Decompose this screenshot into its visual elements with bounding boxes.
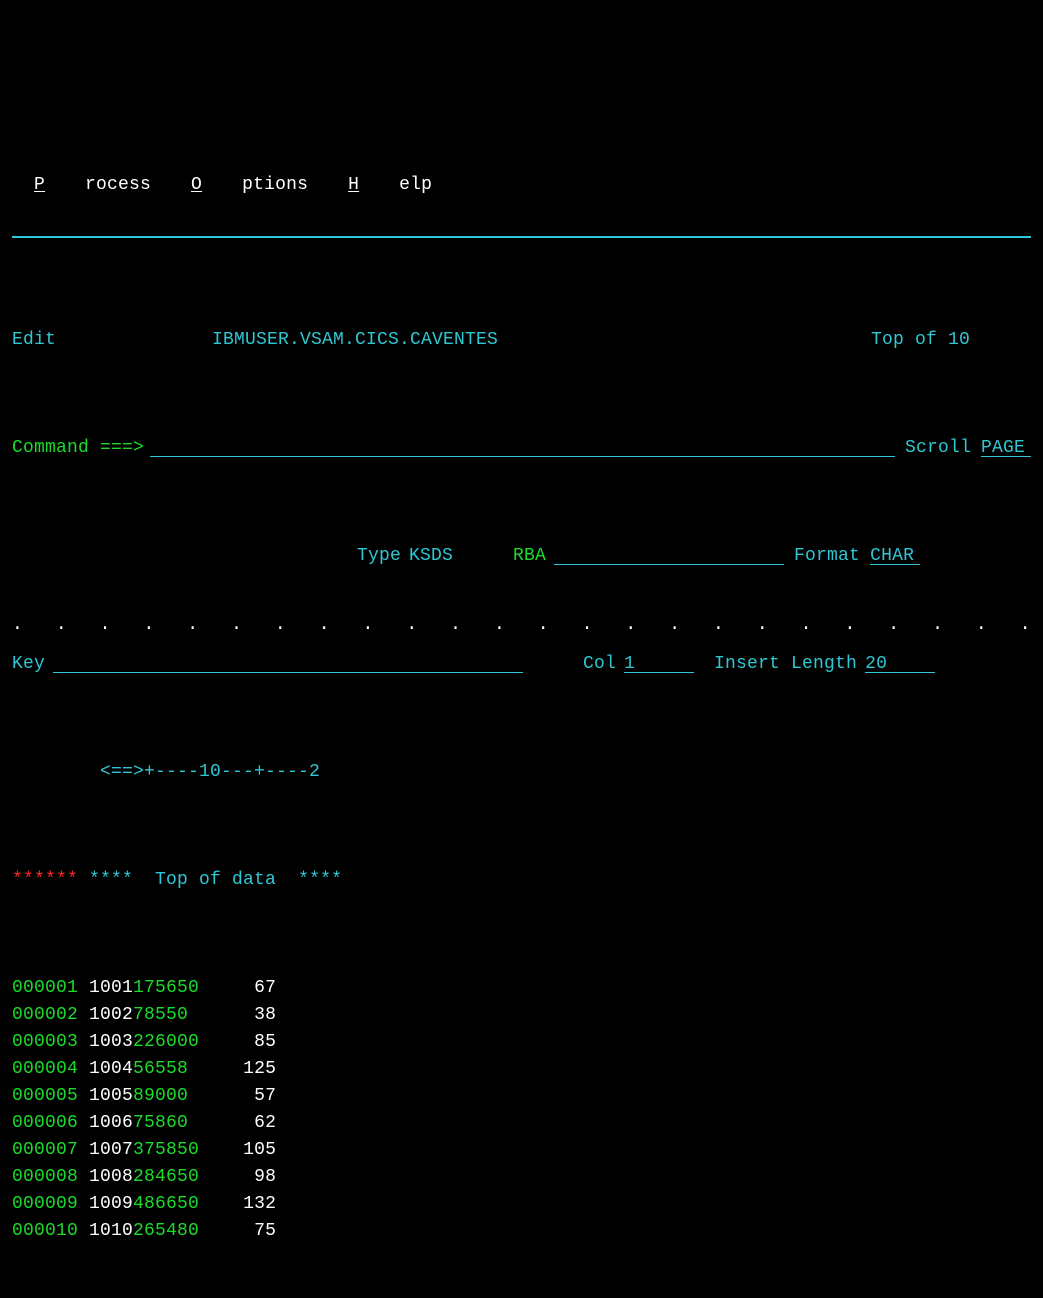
command-input[interactable] — [150, 435, 895, 457]
seq: 000010 — [12, 1221, 78, 1241]
record-val1: 284650 — [133, 1167, 199, 1187]
seq: 000001 — [12, 978, 78, 998]
record-val2: 75 — [199, 1221, 276, 1241]
record-key: 1009 — [89, 1194, 133, 1214]
record-key: 1006 — [89, 1113, 133, 1133]
insert-len-label: Insert Length — [714, 651, 857, 678]
position-indicator: Top of 10 — [871, 327, 1031, 354]
record-val2: 105 — [199, 1140, 276, 1160]
record-val1: 78550 — [133, 1005, 199, 1025]
data-row[interactable]: 000001 1001175650 67 — [12, 975, 1031, 1002]
record-key: 1002 — [89, 1005, 133, 1025]
rba-label: RBA — [513, 543, 546, 570]
data-row[interactable]: 000003 1003226000 85 — [12, 1029, 1031, 1056]
data-row[interactable]: 000009 1009486650 132 — [12, 1191, 1031, 1218]
data-row[interactable]: 000002 100278550 38 — [12, 1002, 1031, 1029]
menu-help[interactable]: Help — [348, 175, 432, 195]
divider — [12, 236, 1031, 238]
status-dots: ........................ — [12, 612, 1031, 639]
type-label: Type — [357, 543, 401, 570]
record-key: 1008 — [89, 1167, 133, 1187]
top-of-data-text: **** Top of data **** — [89, 870, 342, 890]
record-key: 1005 — [89, 1086, 133, 1106]
seq: 000009 — [12, 1194, 78, 1214]
record-key: 1004 — [89, 1059, 133, 1079]
record-val1: 375850 — [133, 1140, 199, 1160]
record-val2: 62 — [199, 1113, 276, 1133]
data-row[interactable]: 000008 1008284650 98 — [12, 1164, 1031, 1191]
menu-bar: PProcessrocess Options Help — [12, 145, 1031, 199]
record-val2: 85 — [199, 1032, 276, 1052]
record-val1: 175650 — [133, 978, 199, 998]
record-val2: 132 — [199, 1194, 276, 1214]
key-label: Key — [12, 651, 45, 678]
record-val1: 75860 — [133, 1113, 199, 1133]
command-label: Command ===> — [12, 435, 144, 462]
seq: 000003 — [12, 1032, 78, 1052]
record-key: 1010 — [89, 1221, 133, 1241]
marker-stars: ****** — [12, 870, 78, 890]
record-val2: 67 — [199, 978, 276, 998]
record-val2: 98 — [199, 1167, 276, 1187]
top-of-data-row: ****** **** Top of data **** — [12, 867, 1031, 894]
dataset-name: IBMUSER.VSAM.CICS.CAVENTES — [212, 327, 498, 354]
seq: 000005 — [12, 1086, 78, 1106]
record-val2: 125 — [199, 1059, 276, 1079]
scroll-label: Scroll — [905, 435, 971, 462]
col-value[interactable]: 1 — [624, 651, 694, 673]
data-row[interactable]: 000004 100456558 125 — [12, 1056, 1031, 1083]
record-val1: 89000 — [133, 1086, 199, 1106]
data-row[interactable]: 000007 1007375850 105 — [12, 1137, 1031, 1164]
menu-options[interactable]: Options — [191, 175, 308, 195]
record-val1: 265480 — [133, 1221, 199, 1241]
type-value: KSDS — [409, 543, 453, 570]
command-row: Command ===> Scroll PAGE — [12, 435, 1031, 462]
record-key: 1003 — [89, 1032, 133, 1052]
record-val1: 56558 — [133, 1059, 199, 1079]
data-row[interactable]: 000010 1010265480 75 — [12, 1218, 1031, 1245]
mode-label: Edit — [12, 327, 212, 354]
data-row[interactable]: 000006 100675860 62 — [12, 1110, 1031, 1137]
record-key: 1001 — [89, 978, 133, 998]
record-val1: 226000 — [133, 1032, 199, 1052]
seq: 000007 — [12, 1140, 78, 1160]
insert-len-value[interactable]: 20 — [865, 651, 935, 673]
seq: 000008 — [12, 1167, 78, 1187]
seq: 000006 — [12, 1113, 78, 1133]
data-row[interactable]: 000005 100589000 57 — [12, 1083, 1031, 1110]
format-value[interactable]: CHAR — [870, 543, 920, 565]
col-label: Col — [583, 651, 616, 678]
format-label: Format — [794, 543, 860, 570]
key-row: Key Col 1 Insert Length 20 — [12, 651, 1031, 678]
key-input[interactable] — [53, 651, 523, 673]
seq: 000004 — [12, 1059, 78, 1079]
ruler: <==>+----10---+----2 — [100, 762, 320, 782]
record-key: 1007 — [89, 1140, 133, 1160]
record-val1: 486650 — [133, 1194, 199, 1214]
record-val2: 57 — [199, 1086, 276, 1106]
data-area: 000001 1001175650 67000002 100278550 380… — [12, 975, 1031, 1245]
scroll-value[interactable]: PAGE — [981, 435, 1031, 457]
header-row-1: Edit IBMUSER.VSAM.CICS.CAVENTES Top of 1… — [12, 327, 1031, 354]
type-row: Type KSDS RBA Format CHAR — [12, 543, 1031, 570]
menu-process[interactable]: PProcessrocess — [34, 175, 151, 195]
record-val2: 38 — [199, 1005, 276, 1025]
rba-input[interactable] — [554, 543, 784, 565]
ruler-row: <==>+----10---+----2 — [12, 759, 1031, 786]
seq: 000002 — [12, 1005, 78, 1025]
